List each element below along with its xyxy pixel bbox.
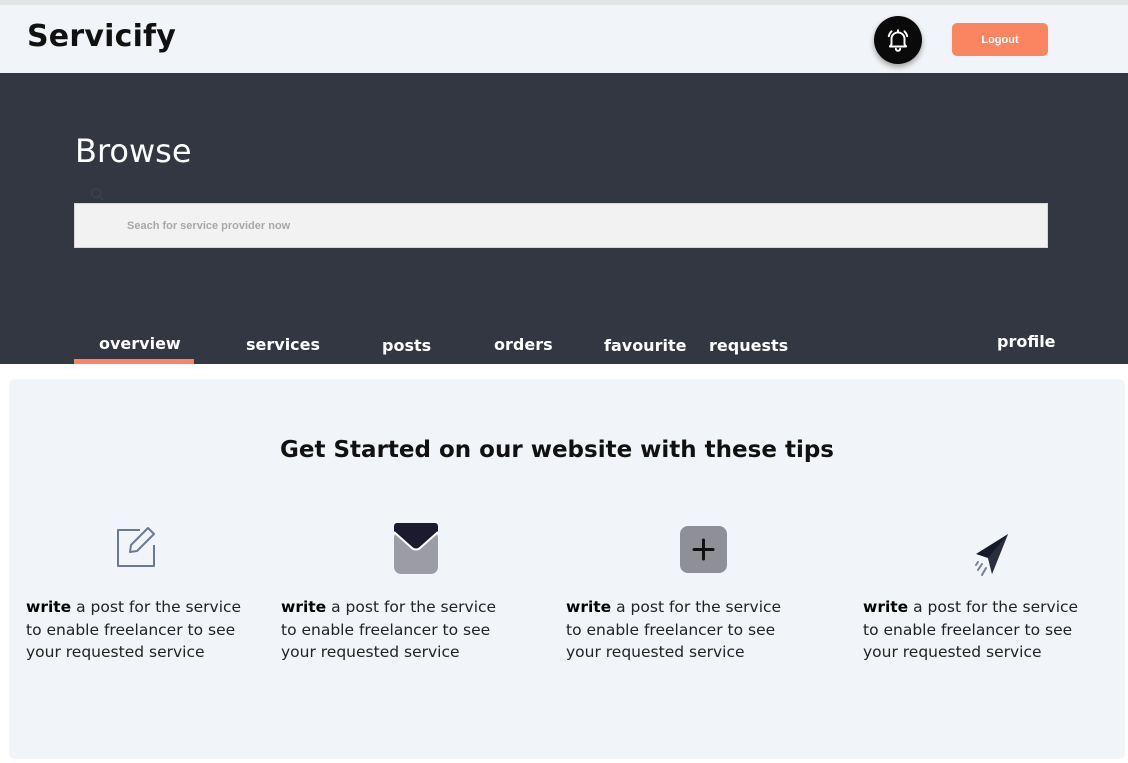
tip-line: a post for the service [326, 598, 497, 616]
send-icon [975, 534, 1008, 576]
tip-line: a post for the service [611, 598, 782, 616]
tip-bold: write [863, 598, 909, 616]
active-tab-indicator [74, 359, 194, 364]
tip-text: write a post for the service to enable f… [863, 596, 1123, 664]
logo[interactable]: Servicify [27, 19, 176, 54]
tip-line: to enable freelancer to see [26, 620, 236, 639]
tip-line: a post for the service [71, 598, 242, 616]
top-navbar: Servicify Logout [0, 5, 1128, 73]
tip-bold: write [281, 598, 327, 616]
tips-title: Get Started on our website with these ti… [280, 437, 834, 463]
search-box [74, 203, 1048, 248]
bell-ring-icon [887, 29, 909, 52]
tab-requests[interactable]: requests [709, 336, 788, 355]
tip-line: to enable freelancer to see [566, 620, 776, 639]
edit-icon [117, 527, 155, 567]
inbox-icon [394, 523, 438, 574]
tip-text: write a post for the service to enable f… [566, 596, 826, 664]
tips-panel: Get Started on our website with these ti… [9, 379, 1125, 759]
tab-services[interactable]: services [246, 335, 320, 354]
plus-square-icon [680, 526, 727, 573]
search-icon [91, 188, 104, 201]
page-title: Browse [75, 132, 192, 170]
notifications-button[interactable] [874, 16, 922, 64]
tip-text: write a post for the service to enable f… [26, 596, 286, 664]
tip-bold: write [26, 598, 72, 616]
tab-orders[interactable]: orders [494, 335, 553, 354]
logout-button[interactable]: Logout [952, 23, 1048, 56]
tip-line: your requested service [863, 643, 1042, 661]
tip-line: to enable freelancer to see [863, 620, 1073, 639]
tip-line: your requested service [566, 643, 745, 661]
tip-bold: write [566, 598, 612, 616]
search-input[interactable] [75, 204, 1047, 247]
tip-line: your requested service [26, 643, 205, 661]
browse-hero: Browse overview services posts orders fa… [0, 73, 1128, 364]
tip-line: your requested service [281, 643, 460, 661]
tab-overview[interactable]: overview [99, 334, 181, 353]
tip-line: to enable freelancer to see [281, 620, 491, 639]
tab-profile[interactable]: profile [997, 332, 1056, 351]
tab-posts[interactable]: posts [382, 336, 431, 355]
tab-favourite[interactable]: favourite [604, 336, 686, 355]
tip-text: write a post for the service to enable f… [281, 596, 541, 664]
tip-line: a post for the service [908, 598, 1079, 616]
